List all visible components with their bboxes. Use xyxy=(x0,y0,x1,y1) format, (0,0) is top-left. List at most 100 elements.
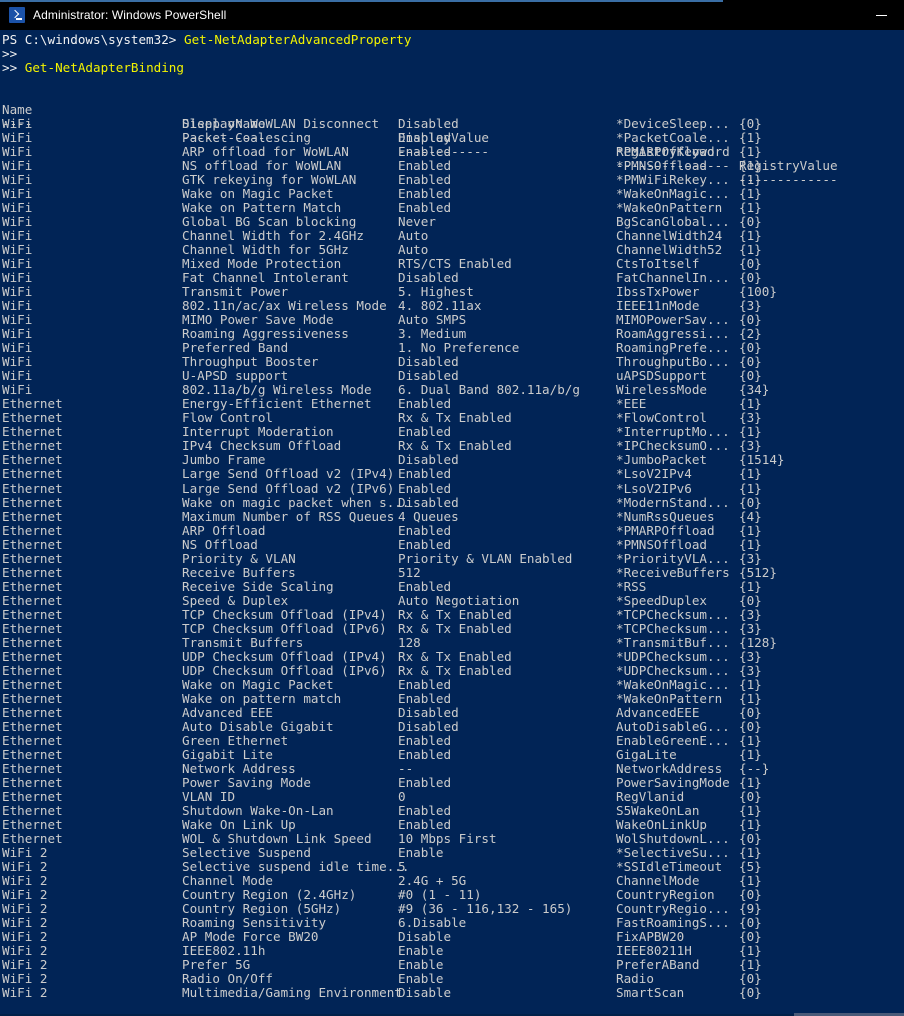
cell-registry-keyword: ChannelWidth52 xyxy=(616,242,723,258)
cell-registry-value: {1} xyxy=(739,943,762,959)
cell-name: WiFi xyxy=(2,172,33,188)
cell-display-value: 128 xyxy=(398,634,421,650)
cell-name: WiFi xyxy=(2,312,33,328)
cell-name: Ethernet xyxy=(2,746,63,762)
table-separator-row: ---- ----------- ------------ ----------… xyxy=(2,103,904,187)
cell-display-name: Power Saving Mode xyxy=(182,774,311,790)
cell-name: Ethernet xyxy=(2,718,63,734)
cell-registry-value: {1} xyxy=(739,522,762,538)
table-row: Ethernet UDP Checksum Offload (IPv4) Rx & … xyxy=(2,648,904,664)
cell-name: WiFi 2 xyxy=(2,929,48,944)
prompt-text-3: >> xyxy=(2,60,25,76)
cell-name: WiFi xyxy=(2,326,33,342)
cell-display-value: 6. Dual Band 802.11a/b/g xyxy=(398,382,580,398)
cell-display-name: Channel Width for 2.4GHz xyxy=(182,228,364,244)
table-row: WiFi 2 Selective suspend idle time... 5 *SS… xyxy=(2,859,904,874)
table-row: WiFi 2 Country Region (2.4GHz) #0 (1 - 11)… xyxy=(2,887,904,902)
cell-registry-keyword: *InterruptMo... xyxy=(616,424,730,440)
cell-display-name: Sleep on WoWLAN Disconnect xyxy=(182,116,380,132)
cell-registry-value: {1} xyxy=(739,816,762,832)
cell-display-value: Disable xyxy=(398,929,452,944)
cell-registry-value: {0} xyxy=(739,914,762,930)
table-row: WiFi 2 Prefer 5G Enable PreferABand {1} xyxy=(2,958,904,972)
cell-registry-value: {3} xyxy=(739,410,762,426)
cell-registry-keyword: RoamingPrefe... xyxy=(616,340,730,356)
cell-registry-value: {--} xyxy=(739,760,770,776)
table-row: Ethernet Transmit Buffers 128 *TransmitBuf.… xyxy=(2,634,904,650)
cell-registry-keyword: MIMOPowerSav... xyxy=(616,312,730,328)
cell-name: WiFi xyxy=(2,368,33,384)
cell-registry-keyword: IEEE11nMode xyxy=(616,298,700,314)
cell-display-value: 10 Mbps First xyxy=(398,830,497,846)
cell-registry-keyword: NetworkAddress xyxy=(616,760,723,776)
cell-registry-keyword: WolShutdownL... xyxy=(616,830,730,846)
cell-registry-value: {9} xyxy=(739,900,762,916)
cell-display-value: Enabled xyxy=(398,816,452,832)
cell-registry-keyword: AutoDisableG... xyxy=(616,718,730,734)
cell-display-name: Wake On Link Up xyxy=(182,816,296,832)
cell-registry-value: {512} xyxy=(739,564,777,580)
cell-registry-keyword: uAPSDSupport xyxy=(616,368,707,384)
table-row: WiFi 2 IEEE802.11h Enable IEEE80211H {1} xyxy=(2,943,904,959)
cell-display-name: Packet Coalescing xyxy=(182,130,311,146)
cell-name: WiFi 2 xyxy=(2,957,48,973)
cell-registry-value: {3} xyxy=(739,606,762,622)
cell-name: WiFi xyxy=(2,228,33,244)
cell-display-name: Priority & VLAN xyxy=(182,550,296,566)
table-row: WiFi Preferred Band 1. No Preference Roamin… xyxy=(2,341,904,355)
table-row: WiFi 2 Country Region (5GHz) #9 (36 - 116,… xyxy=(2,900,904,916)
window-titlebar[interactable]: Administrator: Windows PowerShell xyxy=(0,0,904,30)
cell-registry-keyword: BgScanGlobal... xyxy=(616,214,730,230)
cell-registry-keyword: *NumRssQueues xyxy=(616,508,715,524)
table-row: WiFi 2 Channel Mode 2.4G + 5G ChannelMode {1… xyxy=(2,873,904,888)
cell-registry-value: {1} xyxy=(739,424,762,440)
cell-name: Ethernet xyxy=(2,592,63,608)
table-row: WiFi 802.11a/b/g Wireless Mode 6. Dual Ban… xyxy=(2,383,904,397)
cell-registry-value: {3} xyxy=(739,620,762,636)
cell-registry-value: {1} xyxy=(739,172,762,188)
cell-registry-value: {0} xyxy=(739,494,762,510)
cell-registry-value: {0} xyxy=(739,592,762,608)
cell-registry-keyword: CountryRegio... xyxy=(616,900,730,916)
cell-registry-keyword: *WakeOnMagic... xyxy=(616,186,730,202)
cell-display-name: Wake on Pattern Match xyxy=(182,200,342,216)
table-row: WiFi Wake on Magic Packet Enabled *WakeOnMa… xyxy=(2,187,904,201)
table-row: Ethernet Wake on Magic Packet Enabled *Wake… xyxy=(2,677,904,692)
table-row: WiFi Transmit Power 5. Highest IbssTxPower {… xyxy=(2,285,904,299)
powershell-icon xyxy=(9,7,25,23)
prompt-line-3: >> Get-NetAdapterBinding xyxy=(2,61,904,75)
cell-name: WiFi xyxy=(2,116,33,132)
cell-display-name: Global BG Scan blocking xyxy=(182,214,357,230)
cell-name: WiFi xyxy=(2,284,33,300)
cell-name: WiFi 2 xyxy=(2,914,48,930)
cell-registry-value: {0} xyxy=(739,830,762,846)
prompt-text-1: PS C:\windows\system32> xyxy=(2,32,184,47)
table-row: WiFi 802.11n/ac/ax Wireless Mode 4. 802.11… xyxy=(2,299,904,313)
cell-registry-value: {1} xyxy=(739,396,762,412)
cell-display-value: Enabled xyxy=(398,522,452,538)
cell-registry-value: {1} xyxy=(739,536,762,552)
cell-display-name: IPv4 Checksum Offload xyxy=(182,438,342,454)
cell-display-value: Enabled xyxy=(398,130,452,146)
cell-display-value: Enabled xyxy=(398,172,452,188)
cell-name: Ethernet xyxy=(2,704,63,720)
table-row: WiFi Packet Coalescing Enabled *PacketCoale… xyxy=(2,131,904,145)
cell-name: WiFi xyxy=(2,158,33,174)
cell-display-value: Enabled xyxy=(398,466,452,482)
cell-display-name: TCP Checksum Offload (IPv6) xyxy=(182,620,387,636)
cell-display-value: Enabled xyxy=(398,200,452,216)
cell-registry-value: {1} xyxy=(739,802,762,818)
minimize-button[interactable] xyxy=(858,0,904,30)
table-row: Ethernet Auto Disable Gigabit Disabled Auto… xyxy=(2,718,904,734)
cell-display-name: Jumbo Frame xyxy=(182,452,266,468)
cell-display-value: Enabled xyxy=(398,186,452,202)
window-controls xyxy=(858,0,904,30)
cell-registry-keyword: WakeOnLinkUp xyxy=(616,816,707,832)
cell-display-name: 802.11a/b/g Wireless Mode xyxy=(182,382,372,398)
table-row: Ethernet Priority & VLAN Priority & VLAN E… xyxy=(2,550,904,566)
cell-name: Ethernet xyxy=(2,732,63,748)
cell-name: Ethernet xyxy=(2,452,63,468)
cell-display-name: UDP Checksum Offload (IPv4) xyxy=(182,648,387,664)
table-row: WiFi 2 Roaming Sensitivity 6.Disable FastRo… xyxy=(2,914,904,930)
console-output-area[interactable]: PS C:\windows\system32> Get-NetAdapterAd… xyxy=(0,30,904,1016)
